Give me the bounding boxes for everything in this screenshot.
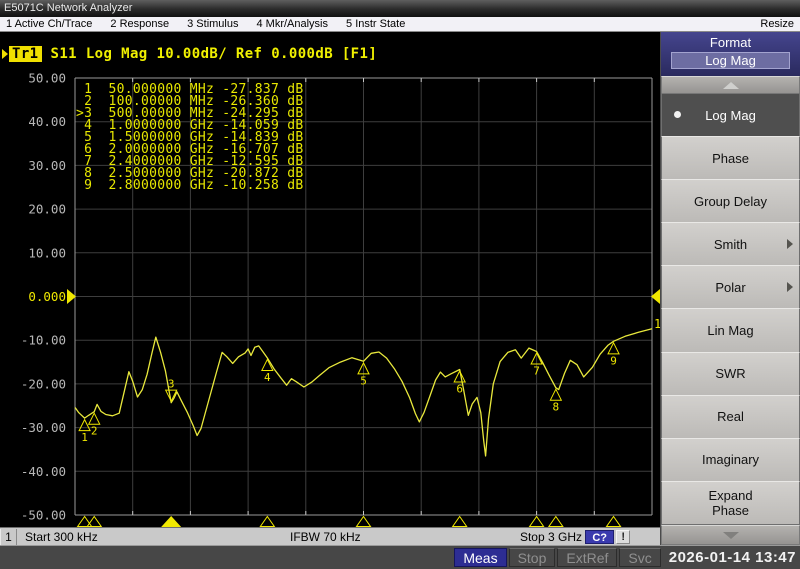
marker-4-label: 4: [264, 371, 271, 384]
softkey-label: Polar: [715, 279, 746, 295]
softkey-label: Group Delay: [694, 193, 767, 209]
marker-5-label: 5: [360, 374, 367, 387]
trace-1: 1: [74, 317, 660, 457]
marker-4-stimulus-icon: [259, 515, 276, 527]
softkey-label: Log Mag: [705, 107, 756, 123]
softkey-smith[interactable]: Smith: [661, 222, 800, 267]
marker-table-row: 9 2.8000000 GHz -10.258 dB: [76, 178, 304, 193]
softkey-label: Smith: [713, 236, 748, 252]
svg-text:10.00: 10.00: [28, 245, 66, 260]
menu-item-2[interactable]: 2 Response: [110, 18, 169, 30]
softkey-phase[interactable]: Phase: [661, 136, 800, 181]
svg-text:-10.00: -10.00: [21, 333, 66, 348]
softkey-menu-title: Format: [709, 35, 752, 50]
status-svc: Svc: [619, 548, 661, 567]
softkey-log-mag[interactable]: Log Mag: [661, 93, 800, 138]
active-trace-arrow-icon: [2, 48, 8, 59]
scroll-down-icon: [722, 531, 739, 539]
softkey-scroll-down[interactable]: [661, 525, 800, 545]
softkey-current-selection: Log Mag: [671, 52, 790, 69]
marker-5-stimulus-icon: [355, 515, 372, 527]
softkey-label: Lin Mag: [707, 323, 754, 339]
svg-text:-30.00: -30.00: [21, 420, 66, 435]
submenu-arrow-icon: [787, 282, 793, 293]
menu-item-1[interactable]: 1 Active Ch/Trace: [6, 18, 92, 30]
stop-frequency-label[interactable]: Stop 3 GHz: [520, 530, 582, 544]
window-title: E5071C Network Analyzer: [4, 2, 133, 14]
stimulus-bar: 1 Start 300 kHz IFBW 70 kHz Stop 3 GHz C…: [0, 527, 660, 545]
softkey-expand-phase[interactable]: Expand Phase: [661, 480, 800, 525]
svg-text:30.00: 30.00: [28, 158, 66, 173]
svg-text:20.00: 20.00: [28, 202, 66, 217]
selected-bullet-icon: [674, 111, 681, 119]
marker-2-label: 2: [91, 425, 98, 438]
status-meas: Meas: [454, 548, 507, 567]
window-titlebar[interactable]: E5071C Network Analyzer: [0, 0, 800, 17]
svg-text:-20.00: -20.00: [21, 376, 66, 391]
svg-text:0.000: 0.000: [28, 289, 66, 304]
marker-9-label: 9: [610, 354, 617, 367]
softkey-list: Log Mag Phase Group Delay Smith Polar Lin Mag…: [661, 93, 800, 525]
resize-button[interactable]: Resize: [760, 18, 794, 30]
softkey-lin-mag[interactable]: Lin Mag: [661, 308, 800, 353]
menu-bar: 1 Active Ch/Trace 2 Response 3 Stimulus 4 M…: [0, 17, 800, 32]
softkey-menu-header: Format Log Mag: [661, 32, 800, 76]
softkey-label: Expand Phase: [708, 487, 753, 518]
channel-number: 1: [0, 528, 17, 545]
marker-6-label: 6: [456, 383, 463, 396]
menu-item-5[interactable]: 5 Instr State: [346, 18, 405, 30]
alert-badge[interactable]: !: [616, 530, 630, 544]
marker-6-stimulus-icon: [451, 515, 468, 527]
menu-item-3[interactable]: 3 Stimulus: [187, 18, 238, 30]
ifbw-label[interactable]: IFBW 70 kHz: [290, 530, 361, 544]
submenu-arrow-icon: [787, 239, 793, 250]
scroll-up-icon: [722, 81, 739, 89]
softkey-label: Imaginary: [701, 452, 760, 468]
status-datetime: 2026-01-14 13:47: [668, 549, 796, 566]
softkey-swr[interactable]: SWR: [661, 351, 800, 396]
softkey-imaginary[interactable]: Imaginary: [661, 437, 800, 482]
start-frequency-label[interactable]: Start 300 kHz: [25, 530, 98, 544]
menu-item-4[interactable]: 4 Mkr/Analysis: [256, 18, 328, 30]
softkey-label: Real: [717, 409, 744, 425]
softkey-polar[interactable]: Polar: [661, 265, 800, 310]
softkey-group-delay[interactable]: Group Delay: [661, 179, 800, 224]
softkey-scroll-up[interactable]: [661, 76, 800, 94]
svg-text:40.00: 40.00: [28, 114, 66, 129]
marker-1-label: 1: [81, 431, 88, 444]
status-stop: Stop: [508, 548, 556, 567]
softkey-label: SWR: [715, 366, 746, 382]
softkey-sidebar: Format Log Mag Log Mag Phase Group Delay Sm…: [660, 32, 800, 545]
trace-header-text: S11 Log Mag 10.00dB/ Ref 0.000dB [F1]: [50, 45, 378, 62]
marker-2-stimulus-icon: [86, 515, 103, 527]
marker-1-stimulus-icon: [76, 515, 93, 527]
y-axis-labels: 50.00 40.00 30.00 20.00 10.00 0.000 -10.00 -20.…: [21, 71, 66, 523]
marker-9-stimulus-icon: [605, 515, 622, 527]
marker-table: 1 50.000000 MHz -27.837 dB 2 100.00000 M…: [76, 83, 304, 193]
measurement-display: 50.00 40.00 30.00 20.00 10.00 0.000 -10.00 -20.…: [0, 32, 660, 545]
softkey-real[interactable]: Real: [661, 394, 800, 439]
trace-header[interactable]: Tr1 S11 Log Mag 10.00dB/ Ref 0.000dB [F1…: [2, 45, 377, 62]
svg-text:-40.00: -40.00: [21, 464, 66, 479]
status-bar: Meas Stop ExtRef Svc 2026-01-14 13:47: [0, 545, 800, 569]
trace-name-badge: Tr1: [9, 45, 42, 62]
marker-3-label: 3: [168, 378, 175, 391]
trace-markers[interactable]: 1 2 3 4 5 6 7 8 9: [76, 341, 622, 527]
marker-8-icon: [549, 388, 563, 401]
marker-3-stimulus-icon: [161, 516, 182, 527]
marker-7-stimulus-icon: [528, 515, 545, 527]
correction-status-badge[interactable]: C?: [585, 530, 614, 544]
marker-8-label: 8: [553, 401, 560, 414]
marker-8-stimulus-icon: [547, 515, 564, 527]
marker-7-label: 7: [533, 365, 540, 378]
svg-text:-50.00: -50.00: [21, 508, 66, 523]
marker-1-icon: [78, 418, 91, 432]
softkey-label: Phase: [712, 150, 749, 166]
vna-screen: E5071C Network Analyzer 1 Active Ch/Trac…: [0, 0, 800, 569]
menu-items: 1 Active Ch/Trace 2 Response 3 Stimulus 4 M…: [6, 18, 423, 30]
svg-text:50.00: 50.00: [28, 71, 66, 86]
status-extref: ExtRef: [557, 548, 618, 567]
